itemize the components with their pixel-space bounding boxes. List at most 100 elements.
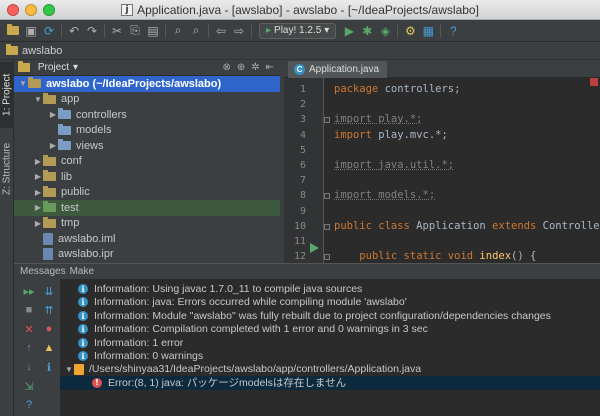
debug-icon[interactable]: ✱ [358, 22, 376, 40]
tree-item[interactable]: awslabo.ipr [14, 247, 280, 263]
message-file-row[interactable]: ▼ /Users/shinyaa31/IdeaProjects/awslabo/a… [60, 362, 600, 376]
forward-icon[interactable]: ⇨ [230, 22, 248, 40]
chevron-down-icon[interactable]: ▼ [64, 365, 74, 374]
tree-item[interactable]: ▶ controllers [14, 107, 280, 123]
tree-item[interactable]: ▶ conf [14, 154, 280, 170]
tree-item[interactable]: ▶ tmp [14, 216, 280, 232]
export-icon[interactable]: ⇲ [22, 379, 36, 393]
message-info-row[interactable]: i Information: Using javac 1.7.0_11 to co… [60, 282, 600, 296]
run-icon[interactable]: ▶ [340, 22, 358, 40]
save-all-icon[interactable]: ▣ [22, 22, 40, 40]
code-area[interactable]: package controllers; import play.*; import… [322, 78, 600, 263]
line-number-gutter[interactable]: 12345678910111213141516 [284, 78, 324, 263]
chevron-down-icon[interactable]: ▼ [33, 95, 43, 104]
message-text: Information: 0 warnings [94, 350, 204, 362]
toolbar-separator [165, 23, 166, 38]
message-info-row[interactable]: i Information: Compilation completed with… [60, 322, 600, 336]
run-coverage-icon[interactable]: ◈ [376, 22, 394, 40]
fold-marker[interactable] [324, 193, 330, 200]
previous-message-icon[interactable]: ↑ [22, 341, 36, 355]
expand-all-icon[interactable]: ⇊ [42, 284, 56, 298]
tree-item[interactable]: ▼ awslabo (~/IdeaProjects/awslabo) [14, 76, 280, 92]
message-info-row[interactable]: i Information: Module "awslabo" was fully… [60, 309, 600, 323]
window-controls [7, 4, 55, 16]
zoom-window-button[interactable] [43, 4, 55, 16]
chevron-right-icon[interactable]: ▶ [48, 141, 58, 150]
tree-item[interactable]: ▶ test [14, 200, 280, 216]
close-window-button[interactable] [7, 4, 19, 16]
chevron-right-icon[interactable]: ▶ [33, 203, 43, 212]
toolbar-separator [251, 23, 252, 38]
tree-item[interactable]: ▶ public [14, 185, 280, 201]
show-errors-icon[interactable]: ● [42, 322, 56, 336]
tab-structure[interactable]: Z: Structure [0, 134, 14, 204]
error-stripe-marker[interactable] [590, 78, 598, 86]
tree-item[interactable]: ▼ app [14, 92, 280, 108]
tree-item[interactable]: ▶ views [14, 138, 280, 154]
help-icon[interactable]: ? [444, 22, 462, 40]
next-message-icon[interactable]: ↓ [22, 360, 36, 374]
chevron-down-icon[interactable]: ▼ [18, 79, 28, 88]
messages-subtitle[interactable]: Make [70, 266, 94, 277]
chevron-right-icon[interactable]: ▶ [33, 219, 43, 228]
synchronize-icon[interactable]: ⟳ [40, 22, 58, 40]
message-text: Information: Using javac 1.7.0_11 to com… [94, 283, 363, 295]
run-gutter-icon[interactable] [308, 242, 320, 254]
message-info-row[interactable]: i Information: java: Errors occurred whil… [60, 295, 600, 309]
java-file-icon [74, 363, 84, 375]
chevron-right-icon[interactable]: ▶ [48, 110, 58, 119]
code-line: import models.*; [334, 188, 435, 203]
cut-icon[interactable]: ✂ [108, 22, 126, 40]
show-warnings-icon[interactable]: ▲ [42, 341, 56, 355]
rerun-icon[interactable]: ▸▸ [22, 284, 36, 298]
code-token: import play.*; [334, 113, 423, 126]
undo-icon[interactable]: ↶ [65, 22, 83, 40]
open-folder-icon[interactable] [4, 22, 22, 40]
redo-icon[interactable]: ↷ [83, 22, 101, 40]
collapse-all-icon[interactable]: ⊗ [222, 62, 230, 73]
message-error-row[interactable]: ! Error:(8, 1) java: パッケージmodelsは存在しません [60, 375, 600, 390]
line-number: 4 [299, 129, 306, 141]
chevron-right-icon[interactable]: ▶ [33, 172, 43, 181]
back-icon[interactable]: ⇦ [212, 22, 230, 40]
project-structure-icon[interactable]: ▦ [419, 22, 437, 40]
collapse-all-icon[interactable]: ⇈ [42, 303, 56, 317]
message-info-row[interactable]: i Information: 0 warnings [60, 349, 600, 363]
close-icon[interactable]: ✕ [22, 322, 36, 336]
hide-panel-icon[interactable]: ⇤ [266, 62, 274, 73]
tree-item[interactable]: models [14, 123, 280, 139]
help-icon[interactable]: ? [22, 398, 36, 412]
keyword-token: public static void [359, 250, 474, 263]
tab-application-java[interactable]: C Application.java [288, 61, 388, 78]
settings-icon[interactable]: ⚙ [401, 22, 419, 40]
find-icon[interactable]: ⌕ [169, 22, 187, 40]
tree-item[interactable]: ▶ lib [14, 169, 280, 185]
tab-project[interactable]: 1: Project [0, 62, 14, 128]
breadcrumb-project[interactable]: awslabo [22, 45, 62, 57]
chevron-right-icon[interactable]: ▶ [33, 157, 43, 166]
fold-marker[interactable] [324, 117, 330, 124]
show-info-icon[interactable]: ℹ [42, 360, 56, 374]
fold-marker[interactable] [324, 254, 330, 261]
info-icon: i [78, 324, 88, 335]
scroll-from-source-icon[interactable]: ⊕ [237, 62, 245, 73]
chevron-right-icon[interactable]: ▶ [33, 188, 43, 197]
gear-icon[interactable]: ✲ [251, 62, 259, 73]
stop-icon[interactable]: ■ [22, 303, 36, 317]
line-number: 1 [299, 84, 306, 95]
line-number: 12 [293, 251, 306, 263]
message-text: Information: 1 error [94, 336, 184, 349]
package-icon [58, 123, 71, 135]
editor-tab-bar: C Application.java [284, 60, 600, 78]
replace-icon[interactable]: ⌕ [187, 22, 205, 40]
run-configuration-select[interactable]: ▸ Play! 1.2.5 ▾ [259, 22, 337, 39]
copy-icon[interactable]: ⎘ [126, 22, 144, 40]
tree-item[interactable]: awslabo.iml [14, 231, 280, 247]
tree-item-label: awslabo (~/IdeaProjects/awslabo) [46, 77, 222, 90]
fold-marker[interactable] [324, 223, 330, 230]
paste-icon[interactable]: ▤ [144, 22, 162, 40]
message-text: /Users/shinyaa31/IdeaProjects/awslabo/ap… [89, 363, 422, 376]
project-view-select[interactable]: Project ▾ [18, 61, 78, 73]
minimize-window-button[interactable] [25, 4, 37, 16]
message-info-row[interactable]: i Information: 1 error [60, 336, 600, 350]
